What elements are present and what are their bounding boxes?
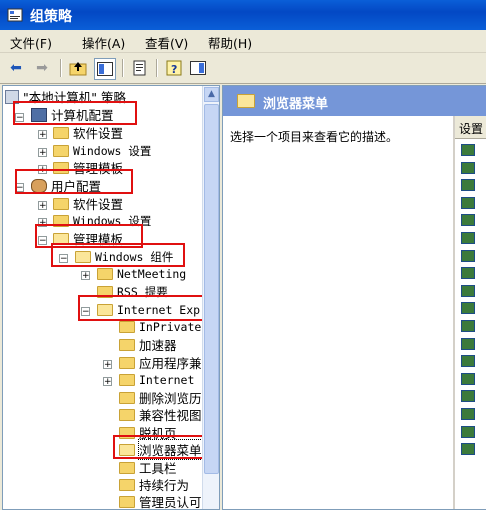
tree-node-windows-settings[interactable]: Windows 设置	[53, 142, 151, 159]
folder-open-icon	[237, 94, 255, 108]
setting-item-icon[interactable]	[461, 249, 475, 262]
setting-item-icon[interactable]	[461, 144, 475, 156]
expand-toggle[interactable]: +	[81, 271, 90, 281]
folder-icon	[119, 495, 135, 508]
column-header-setting[interactable]: 设置	[455, 116, 486, 139]
highlight-box	[51, 243, 185, 267]
menu-bar: 文件(F) 操作(A) 查看(V) 帮助(H)	[0, 30, 486, 53]
expand-toggle[interactable]: +	[38, 148, 47, 158]
tree-node-toolbar[interactable]: 工具栏	[119, 459, 177, 476]
highlight-box	[13, 101, 137, 125]
window-title: 组策略	[30, 9, 72, 25]
menu-view[interactable]: 查看(V)	[145, 33, 188, 52]
folder-icon	[119, 320, 135, 333]
description-area: 选择一个项目来查看它的描述。	[223, 116, 453, 509]
tree-node-persistence[interactable]: 持续行为	[119, 476, 189, 493]
setting-item-icon[interactable]	[461, 372, 475, 385]
title-bar: 组策略	[0, 0, 486, 30]
setting-item-icon[interactable]	[461, 320, 475, 332]
setting-item-icon[interactable]	[461, 425, 475, 438]
expand-toggle[interactable]: +	[38, 201, 47, 211]
description-text: 选择一个项目来查看它的描述。	[230, 130, 399, 144]
expand-toggle[interactable]: +	[103, 360, 112, 370]
tree-node-accelerators[interactable]: 加速器	[119, 336, 177, 353]
scroll-up-icon[interactable]: ▲	[204, 87, 219, 102]
folder-icon	[53, 197, 69, 210]
highlight-box	[15, 169, 133, 194]
setting-item-icon[interactable]	[461, 267, 475, 280]
details-title: 浏览器菜单	[263, 97, 329, 112]
show-hide-tree-icon[interactable]	[94, 58, 116, 80]
folder-icon	[119, 373, 135, 386]
setting-item-icon[interactable]	[461, 232, 475, 244]
tree-node-app-compat[interactable]: 应用程序兼	[119, 354, 202, 371]
menu-file[interactable]: 文件(F)	[10, 33, 52, 52]
menu-action[interactable]: 操作(A)	[82, 33, 125, 52]
folder-icon	[97, 267, 113, 280]
folder-icon	[53, 144, 69, 157]
setting-item-icon[interactable]	[461, 161, 475, 174]
up-one-level-icon[interactable]	[68, 58, 88, 78]
setting-item-icon[interactable]	[461, 408, 475, 420]
help-icon[interactable]: ?	[164, 58, 184, 78]
settings-list[interactable]: 设置	[455, 116, 486, 509]
tree-node-software-settings[interactable]: 软件设置	[53, 124, 123, 141]
menu-help[interactable]: 帮助(H)	[208, 33, 252, 52]
setting-item-icon[interactable]	[461, 179, 475, 192]
tree-node-compat-view[interactable]: 兼容性视图	[119, 406, 202, 423]
show-hide-action-pane-icon[interactable]	[188, 58, 208, 78]
folder-icon	[119, 461, 135, 474]
highlight-box	[78, 295, 204, 321]
forward-arrow-icon[interactable]: ➡	[32, 58, 52, 78]
setting-item-icon[interactable]	[461, 214, 475, 227]
scrollbar-thumb[interactable]	[204, 104, 219, 474]
setting-item-icon[interactable]	[461, 284, 475, 297]
expand-toggle[interactable]: +	[38, 130, 47, 140]
folder-icon	[119, 478, 135, 491]
setting-item-icon[interactable]	[461, 443, 475, 456]
toolbar: ⬅ ➡ ?	[0, 53, 486, 84]
details-pane: 浏览器菜单 选择一个项目来查看它的描述。 设置	[222, 85, 486, 510]
folder-icon	[53, 126, 69, 139]
folder-icon	[119, 356, 135, 369]
back-arrow-icon[interactable]: ⬅	[6, 58, 26, 78]
tree-node-user-software-settings[interactable]: 软件设置	[53, 195, 123, 212]
setting-item-icon[interactable]	[461, 302, 475, 315]
folder-icon	[119, 408, 135, 421]
expand-toggle[interactable]: +	[103, 377, 112, 387]
tree-pane[interactable]: "本地计算机" 策略 − 计算机配置 + 软件设置 + Windows 设置 +…	[2, 85, 220, 510]
setting-item-icon[interactable]	[461, 390, 475, 403]
tree-node-netmeeting[interactable]: NetMeeting	[97, 265, 186, 282]
details-header: 浏览器菜单	[223, 86, 486, 116]
setting-item-icon[interactable]	[461, 196, 475, 209]
tree-node-admin-approved[interactable]: 管理员认可	[119, 493, 202, 509]
tree-node-internet[interactable]: Internet	[119, 371, 194, 388]
setting-item-icon[interactable]	[461, 337, 475, 350]
tree-node-delete-history[interactable]: 删除浏览历	[119, 389, 202, 406]
setting-item-icon[interactable]	[461, 355, 475, 368]
tree-scrollbar[interactable]: ▲	[202, 86, 219, 509]
folder-icon	[119, 391, 135, 404]
export-list-icon[interactable]	[130, 58, 150, 78]
svg-text:?: ?	[171, 63, 177, 76]
group-policy-app-icon	[7, 8, 23, 22]
folder-icon	[119, 338, 135, 351]
